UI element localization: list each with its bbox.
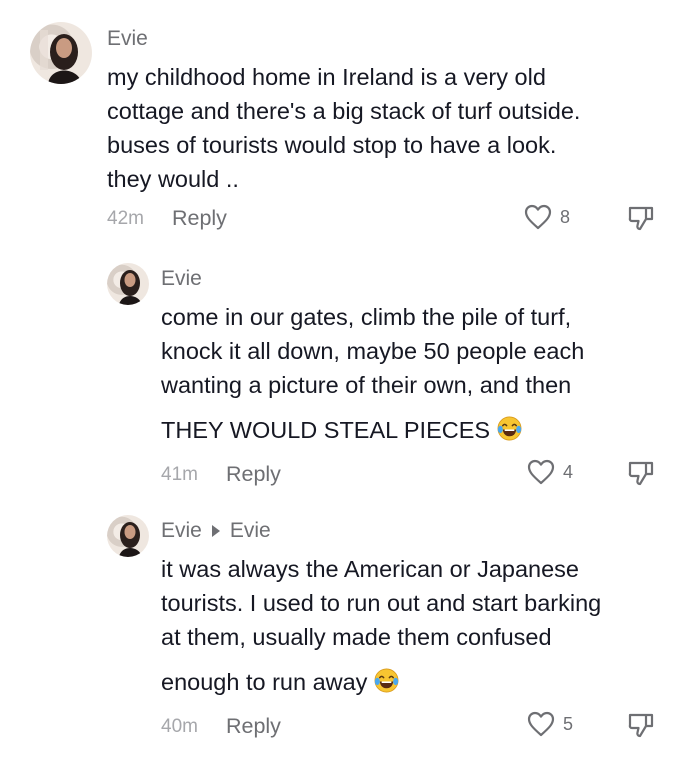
thumbs-down-outline-icon[interactable]	[627, 459, 655, 487]
like-count: 4	[563, 461, 574, 482]
laughing-tears-emoji-icon	[497, 416, 522, 441]
author-name[interactable]: Evie	[161, 267, 202, 291]
like-count: 5	[563, 713, 574, 734]
comment-1: Evie my childhood home in Ireland is a v…	[0, 0, 700, 245]
comment-text: it was always the American or Japanese t…	[161, 552, 601, 699]
dislike-button[interactable]	[627, 711, 655, 744]
like-button[interactable]: 8	[524, 204, 570, 230]
comment-line: cottage and there's a big stack of turf …	[107, 98, 581, 124]
reply-button[interactable]: Reply	[172, 206, 227, 231]
comment-text: my childhood home in Ireland is a very o…	[107, 60, 580, 196]
comment-2: Evie come in our gates, climb the pile o…	[0, 245, 700, 500]
comment-line: enough to run away	[161, 665, 601, 699]
heart-outline-icon[interactable]	[524, 204, 552, 230]
avatar-photo-icon	[119, 270, 142, 305]
comment-line: they would ..	[107, 166, 239, 192]
comment-3: Evie Evie it was always the American or …	[0, 500, 700, 757]
avatar[interactable]	[107, 515, 149, 557]
dislike-button[interactable]	[627, 204, 655, 237]
reply-button[interactable]: Reply	[226, 714, 281, 739]
comment-line: wanting a picture of their own, and then	[161, 372, 572, 398]
thumbs-down-outline-icon[interactable]	[627, 204, 655, 232]
avatar-photo-icon	[119, 522, 142, 557]
like-count: 8	[560, 206, 571, 227]
comment-line-text: THEY WOULD STEAL PIECES	[161, 417, 491, 443]
reply-to-name[interactable]: Evie	[230, 519, 271, 543]
comment-line: THEY WOULD STEAL PIECES	[161, 413, 584, 447]
timestamp: 42m	[107, 207, 144, 229]
comment-line-text: enough to run away	[161, 669, 368, 695]
like-button[interactable]: 5	[527, 711, 573, 737]
avatar[interactable]	[30, 22, 92, 84]
comment-line: at them, usually made them confused	[161, 624, 552, 650]
comment-author[interactable]: Evie	[107, 27, 148, 51]
timestamp: 41m	[161, 463, 198, 485]
laughing-tears-emoji-icon	[374, 668, 399, 693]
heart-outline-icon[interactable]	[527, 459, 555, 485]
comment-line: tourists. I used to run out and start ba…	[161, 590, 602, 616]
comment-line: it was always the American or Japanese	[161, 556, 579, 582]
comment-line: my childhood home in Ireland is a very o…	[107, 64, 546, 90]
dislike-button[interactable]	[627, 459, 655, 492]
reply-button[interactable]: Reply	[226, 462, 281, 487]
author-name[interactable]: Evie	[161, 519, 202, 543]
avatar-photo-icon	[40, 30, 82, 84]
thumbs-down-outline-icon[interactable]	[627, 711, 655, 739]
comment-text: come in our gates, climb the pile of tur…	[161, 300, 584, 447]
author-name[interactable]: Evie	[107, 27, 148, 51]
comment-line: buses of tourists would stop to have a l…	[107, 132, 557, 158]
comment-line: come in our gates, climb the pile of tur…	[161, 304, 572, 330]
comment-author[interactable]: Evie Evie	[161, 519, 271, 543]
like-button[interactable]: 4	[527, 459, 573, 485]
heart-outline-icon[interactable]	[527, 711, 555, 737]
comment-line: knock it all down, maybe 50 people each	[161, 338, 585, 364]
reply-arrow-icon	[211, 525, 220, 537]
avatar[interactable]	[107, 263, 149, 305]
comment-author[interactable]: Evie	[161, 267, 202, 291]
comment-meta: 40m Reply	[161, 714, 281, 739]
comment-meta: 41m Reply	[161, 462, 281, 487]
timestamp: 40m	[161, 715, 198, 737]
comment-meta: 42m Reply	[107, 206, 227, 231]
